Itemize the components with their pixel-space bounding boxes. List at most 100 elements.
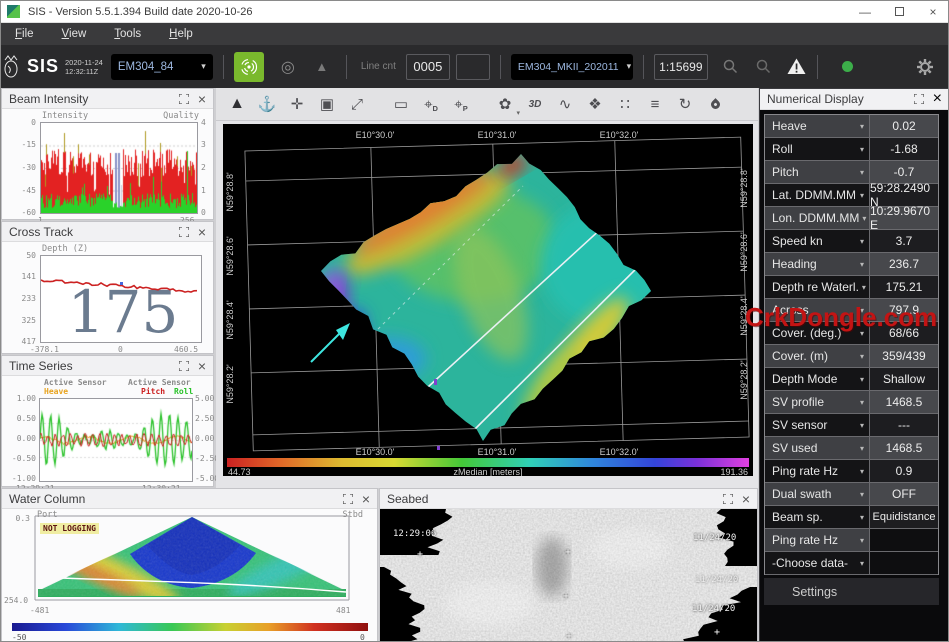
beam-intensity-chart <box>40 122 198 214</box>
zoom-window-icon[interactable]: ▣ <box>316 91 338 117</box>
field-selector[interactable]: Heading▾ <box>765 253 869 275</box>
field-selector[interactable]: SV profile▾ <box>765 391 869 413</box>
map-lon-label: E10°32.0' <box>600 130 639 140</box>
field-selector[interactable]: Roll▾ <box>765 138 869 160</box>
time-series-panel: Time Series × Active Sensor Active Senso… <box>1 355 214 487</box>
maximize-button[interactable] <box>882 1 916 23</box>
settings-gear-button[interactable] <box>916 58 934 76</box>
field-selector[interactable]: Ping rate Hz▾ <box>765 529 869 551</box>
cross-track-chart: 175 <box>40 255 202 343</box>
geographic-display[interactable]: E10°30.0' E10°31.0' E10°32.0' E10°30.0' … <box>223 124 753 476</box>
upload-icon[interactable]: ▲ <box>308 59 336 74</box>
zoom-out-icon[interactable] <box>755 58 772 75</box>
tiles-icon[interactable]: ❖ <box>584 91 606 117</box>
palette-icon[interactable]: ✿▾ <box>494 91 516 117</box>
field-selector[interactable]: Depth Mode▾ <box>765 368 869 390</box>
maximize-icon <box>895 7 904 16</box>
panel-title: Seabed <box>387 492 714 506</box>
north-arrow-icon[interactable]: ▲ <box>226 91 248 117</box>
field-selector[interactable]: Speed kn▾ <box>765 230 869 252</box>
depth-colorbar <box>227 458 749 467</box>
table-row: SV sensor▾--- <box>765 414 938 437</box>
chevron-down-icon: ▾ <box>859 283 866 292</box>
warning-icon[interactable] <box>786 57 807 76</box>
sis-application-window: SIS - Version 5.5.1.394 Build date 2020-… <box>0 0 949 642</box>
close-button[interactable]: × <box>916 1 949 23</box>
view-3d-icon[interactable]: 3D <box>524 91 546 117</box>
field-selector[interactable]: Lat. DDMM.MM▾ <box>765 184 869 206</box>
close-icon[interactable]: × <box>198 226 206 238</box>
expand-icon[interactable] <box>914 94 924 104</box>
amplitude-colorbar <box>12 623 368 631</box>
expand-icon[interactable] <box>179 94 189 104</box>
field-selector[interactable]: Depth re Waterl.▾ <box>765 276 869 298</box>
watermark: CrkDongle.com <box>745 302 937 333</box>
close-icon[interactable]: × <box>198 93 206 105</box>
field-selector[interactable]: SV sensor▾ <box>765 414 869 436</box>
close-icon[interactable]: × <box>933 90 942 108</box>
menu-view[interactable]: View <box>48 28 101 40</box>
field-selector[interactable]: Cover. (m)▾ <box>765 345 869 367</box>
logging-record-icon[interactable]: ◎ <box>274 57 302 77</box>
field-value: Equidistance <box>869 506 938 528</box>
menu-tools[interactable]: Tools <box>100 28 155 40</box>
location-pin-icon[interactable] <box>704 91 726 117</box>
refresh-icon[interactable]: ↻ <box>674 91 696 117</box>
close-icon[interactable]: × <box>742 493 750 505</box>
close-icon[interactable]: × <box>198 360 206 372</box>
pan-icon[interactable]: ✛ <box>286 91 308 117</box>
field-selector[interactable]: Dual swath▾ <box>765 483 869 505</box>
lines-icon[interactable]: ≡ <box>644 91 666 117</box>
ruler-icon[interactable]: ▭ <box>390 91 412 117</box>
menu-file[interactable]: File <box>1 28 48 40</box>
gear-icon <box>916 58 934 76</box>
menu-help[interactable]: Help <box>155 28 207 40</box>
expand-icon[interactable] <box>179 227 189 237</box>
chevron-down-icon: ▾ <box>193 61 206 72</box>
axis-label: Depth (Z) <box>42 244 88 254</box>
date-stamp: 11/24/20 <box>693 533 736 543</box>
field-selector[interactable]: Pitch▾ <box>765 161 869 183</box>
field-selector[interactable]: Ping rate Hz▾ <box>765 460 869 482</box>
expand-icon[interactable] <box>723 494 733 504</box>
table-row: SV used▾1468.5 <box>765 437 938 460</box>
vessel-icon[interactable]: ⚓ <box>256 91 278 117</box>
numerical-table: Heave▾0.02 Roll▾-1.68 Pitch▾-0.7 Lat. DD… <box>764 114 939 575</box>
scatter-icon[interactable]: ∷ <box>614 91 636 117</box>
center-on-position-icon[interactable]: ⌖P <box>450 91 472 117</box>
polyline-icon[interactable]: ∿ <box>554 91 576 117</box>
field-selector[interactable]: Lon. DDMM.MM▾ <box>765 207 869 229</box>
close-icon[interactable]: × <box>362 493 370 505</box>
expand-icon[interactable] <box>179 361 189 371</box>
chevron-down-icon: ▾ <box>857 260 864 269</box>
field-selector[interactable]: Beam sp.▾ <box>765 506 869 528</box>
map-lat-label: N59°28.8' <box>225 172 235 212</box>
table-row: Dual swath▾OFF <box>765 483 938 506</box>
chevron-down-icon: ▾ <box>857 467 864 476</box>
field-selector[interactable]: -Choose data-▾ <box>765 552 869 574</box>
field-value: 1468.5 <box>869 391 938 413</box>
expand-icon[interactable] <box>343 494 353 504</box>
field-selector[interactable]: Heave▾ <box>765 115 869 137</box>
map-lat-label: N59°28.2' <box>739 360 749 400</box>
map-scale-field[interactable]: 1:15699 <box>654 54 708 80</box>
center-on-depth-icon[interactable]: ⌖D <box>420 91 442 117</box>
line-count-secondary-field[interactable] <box>456 54 490 80</box>
pinging-button[interactable] <box>234 52 264 82</box>
field-value: 59:28.2490 N <box>869 184 938 206</box>
table-row: Lon. DDMM.MM▾10:29.9670 E <box>765 207 938 230</box>
beam-intensity-panel: Beam Intensity × Intensity Quality 0 -15… <box>1 88 214 220</box>
map-lat-label: N59°28.4' <box>225 300 235 340</box>
toolbar-separator <box>500 55 501 79</box>
field-value: -1.68 <box>869 138 938 160</box>
field-selector[interactable]: SV used▾ <box>765 437 869 459</box>
field-value: 3.7 <box>869 230 938 252</box>
line-count-field[interactable]: 0005 <box>406 54 450 80</box>
zoom-in-icon[interactable] <box>722 58 739 75</box>
fit-extents-icon[interactable]: ⤢ <box>346 91 368 117</box>
settings-button[interactable]: Settings <box>764 578 939 605</box>
sounder-dropdown[interactable]: EM304_84 ▾ <box>111 54 213 80</box>
field-value: Shallow <box>869 368 938 390</box>
survey-dropdown[interactable]: EM304_MKII_202011 ▾ <box>511 54 633 80</box>
minimize-button[interactable]: — <box>848 1 882 23</box>
